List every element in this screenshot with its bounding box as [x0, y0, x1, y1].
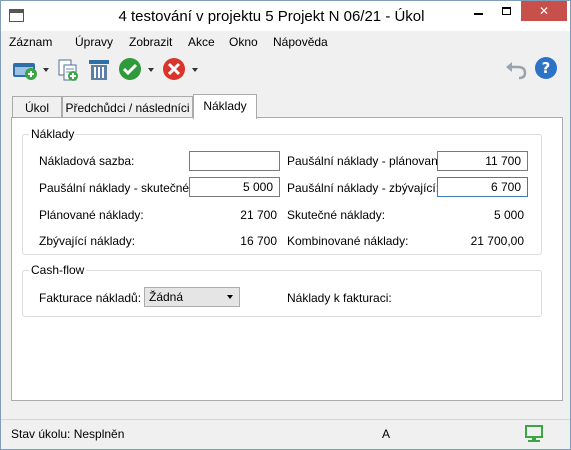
- help-button[interactable]: ?: [534, 56, 558, 85]
- tab-naklady[interactable]: Náklady: [193, 94, 257, 119]
- flat-remaining-label: Paušální náklady - zbývající:: [287, 181, 440, 195]
- flat-actual-label: Paušální náklady - skutečné:: [39, 181, 193, 195]
- menu-zobrazit[interactable]: Zobrazit: [129, 35, 172, 49]
- close-button[interactable]: ✕: [521, 1, 567, 21]
- menu-akce[interactable]: Akce: [188, 35, 215, 49]
- costs-group-label: Náklady: [29, 127, 77, 141]
- menu-upravy[interactable]: Úpravy: [75, 35, 113, 49]
- cancel-icon: [163, 58, 198, 80]
- new-record-icon: [13, 63, 49, 80]
- flat-actual-input[interactable]: [189, 177, 280, 197]
- chevron-down-icon: [227, 295, 233, 299]
- remaining-costs-label: Zbývající náklady:: [39, 234, 136, 248]
- undo-button[interactable]: [504, 59, 528, 84]
- costs-to-invoice-label: Náklady k fakturaci:: [287, 291, 392, 305]
- cost-invoicing-label: Fakturace nákladů:: [39, 291, 142, 305]
- undo-icon: [506, 62, 527, 80]
- cost-invoicing-selected: Žádná: [149, 290, 184, 304]
- menu-bar: Záznam Úpravy Zobrazit Akce Okno Nápověd…: [1, 31, 570, 53]
- delete-record-button[interactable]: [87, 58, 111, 85]
- flat-planned-input[interactable]: [437, 151, 528, 171]
- svg-text:?: ?: [542, 59, 551, 77]
- new-record-button[interactable]: [12, 59, 50, 84]
- cancel-button[interactable]: [162, 57, 202, 86]
- maximize-button[interactable]: [493, 1, 519, 21]
- app-window: 4 testování v projektu 5 Projekt N 06/21…: [0, 0, 571, 450]
- cost-rate-input[interactable]: [189, 151, 280, 171]
- remaining-costs-value: 16 700: [240, 234, 277, 248]
- costs-group: Náklady Nákladová sazba: Paušální náklad…: [22, 127, 542, 255]
- tab-control: Úkol Předchůdci / následníci Náklady Nák…: [11, 94, 564, 401]
- network-status-icon: [525, 425, 543, 442]
- cashflow-group-label: Cash-flow: [29, 263, 87, 277]
- copy-record-icon: [58, 59, 78, 81]
- minimize-icon: [473, 13, 483, 15]
- planned-costs-value: 21 700: [240, 208, 277, 222]
- combined-costs-value: 21 700,00: [470, 234, 524, 248]
- cost-invoicing-select[interactable]: Žádná: [144, 287, 240, 307]
- combined-costs-label: Kombinované náklady:: [287, 234, 409, 248]
- status-bar: Stav úkolu: Nesplněn A: [1, 419, 570, 449]
- confirm-icon: [119, 58, 154, 80]
- flat-remaining-input[interactable]: [437, 177, 528, 197]
- menu-okno[interactable]: Okno: [229, 35, 258, 49]
- toolbar: ?: [1, 53, 570, 87]
- delete-record-icon: [89, 60, 109, 80]
- actual-costs-value: 5 000: [493, 208, 524, 222]
- confirm-button[interactable]: [118, 57, 158, 86]
- minimize-button[interactable]: [465, 1, 491, 21]
- tab-predchudci-naslednici[interactable]: Předchůdci / následníci: [62, 96, 193, 118]
- menu-zaznam[interactable]: Záznam: [9, 35, 52, 49]
- tab-ukol[interactable]: Úkol: [12, 96, 62, 118]
- title-bar[interactable]: 4 testování v projektu 5 Projekt N 06/21…: [1, 1, 570, 31]
- task-status-text: Stav úkolu: Nesplněn: [11, 427, 125, 441]
- planned-costs-label: Plánované náklady:: [39, 208, 144, 222]
- copy-record-button[interactable]: [57, 58, 81, 85]
- close-icon: ✕: [538, 4, 550, 18]
- status-indicator: A: [382, 427, 391, 441]
- actual-costs-label: Skutečné náklady:: [287, 208, 386, 222]
- menu-napoveda[interactable]: Nápověda: [273, 35, 328, 49]
- maximize-icon: [501, 7, 511, 15]
- tab-panel-naklady: Náklady Nákladová sazba: Paušální náklad…: [11, 117, 563, 401]
- cashflow-group: Cash-flow Fakturace nákladů: Žádná Nákla…: [22, 263, 542, 317]
- flat-planned-label: Paušální náklady - plánované:: [287, 154, 448, 168]
- cost-rate-label: Nákladová sazba:: [39, 154, 135, 168]
- help-icon: ?: [535, 57, 557, 79]
